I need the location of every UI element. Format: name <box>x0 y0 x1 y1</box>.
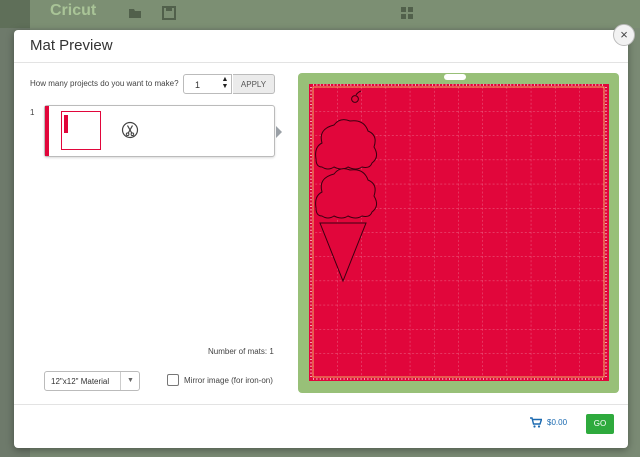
user-icon[interactable] <box>0 0 30 28</box>
mat-thumbnail <box>61 111 101 150</box>
close-button[interactable]: × <box>613 24 635 46</box>
save-icon[interactable] <box>162 6 176 20</box>
mat-preview-dialog: Mat Preview × How many projects do you w… <box>14 24 635 448</box>
mirror-image-checkbox[interactable] <box>167 374 179 386</box>
mirror-image-label[interactable]: Mirror image (for iron-on) <box>184 376 273 385</box>
mat-list-item[interactable] <box>44 105 275 157</box>
selected-indicator <box>45 106 49 156</box>
scissors-cut-icon <box>121 121 139 139</box>
number-of-mats: Number of mats: 1 <box>208 347 274 356</box>
mat-canvas[interactable] <box>298 73 619 393</box>
total-price: $0.00 <box>547 418 568 427</box>
grid-icon[interactable] <box>400 6 414 20</box>
chevron-down-icon[interactable]: ▼ <box>127 377 134 384</box>
select-divider <box>120 372 121 390</box>
dialog-header: Mat Preview <box>14 30 628 63</box>
mat-drawing <box>309 84 609 381</box>
cricut-logo: Cricut <box>50 2 97 19</box>
folder-icon[interactable] <box>128 6 142 20</box>
mat-thumbnail-cut-shape <box>64 115 68 133</box>
dialog-title: Mat Preview <box>30 37 113 54</box>
mat-index: 1 <box>30 108 35 117</box>
chevron-up-icon[interactable]: ▲ <box>220 76 230 83</box>
apply-button[interactable]: APPLY <box>233 74 275 94</box>
project-count-label: How many projects do you want to make? <box>30 79 179 88</box>
dialog-footer-divider <box>14 404 628 405</box>
chevron-down-icon[interactable]: ▼ <box>220 83 230 90</box>
app-topbar: Cricut <box>0 0 640 28</box>
cart-icon <box>530 417 542 428</box>
selected-pointer-icon <box>276 126 282 138</box>
go-button[interactable]: GO <box>586 414 614 434</box>
quantity-stepper[interactable]: ▲ ▼ <box>220 76 230 92</box>
material-size-select[interactable]: 12"x12" Material ▼ <box>44 371 140 391</box>
material-size-value: 12"x12" Material <box>51 377 110 386</box>
